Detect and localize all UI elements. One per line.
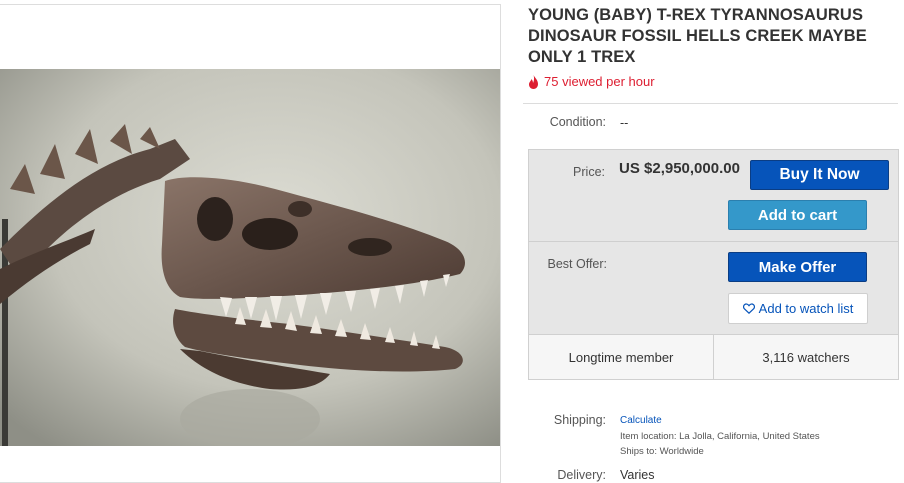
condition-value: -- [620, 116, 629, 130]
calculate-shipping-link[interactable]: Calculate [620, 415, 662, 426]
item-title: YOUNG (BABY) T-REX TYRANNOSAURUS DINOSAU… [528, 6, 867, 66]
divider [523, 103, 898, 104]
seller-status: Longtime member [568, 349, 674, 365]
ships-to: Ships to: Worldwide [620, 446, 704, 457]
price-label: Price: [573, 165, 605, 179]
buy-it-now-button[interactable]: Buy It Now [750, 160, 889, 190]
flame-icon [529, 74, 538, 89]
image-panel [0, 4, 501, 483]
delivery-label: Delivery: [557, 468, 606, 482]
price-value: US $2,950,000.00 [619, 160, 740, 177]
views-indicator: 75 viewed per hour [528, 74, 655, 89]
item-location: Item location: La Jolla, California, Uni… [620, 431, 820, 442]
add-to-cart-button[interactable]: Add to cart [728, 200, 867, 230]
make-offer-button[interactable]: Make Offer [728, 252, 867, 282]
views-text: 75 viewed per hour [544, 74, 655, 89]
stats-row: Longtime member 3,116 watchers [529, 334, 898, 379]
shipping-label: Shipping: [553, 413, 606, 427]
heart-icon [742, 303, 755, 314]
purchase-divider [528, 241, 899, 242]
watch-label: Add to watch list [758, 301, 854, 316]
best-offer-label: Best Offer: [547, 257, 607, 271]
condition-label: Condition: [549, 115, 606, 129]
item-photo[interactable] [0, 69, 500, 446]
delivery-value: Varies [620, 468, 655, 482]
watchers-count: 3,116 watchers [713, 335, 898, 379]
add-to-watch-list-button[interactable]: Add to watch list [728, 293, 868, 324]
trex-skull-photo [0, 69, 500, 446]
